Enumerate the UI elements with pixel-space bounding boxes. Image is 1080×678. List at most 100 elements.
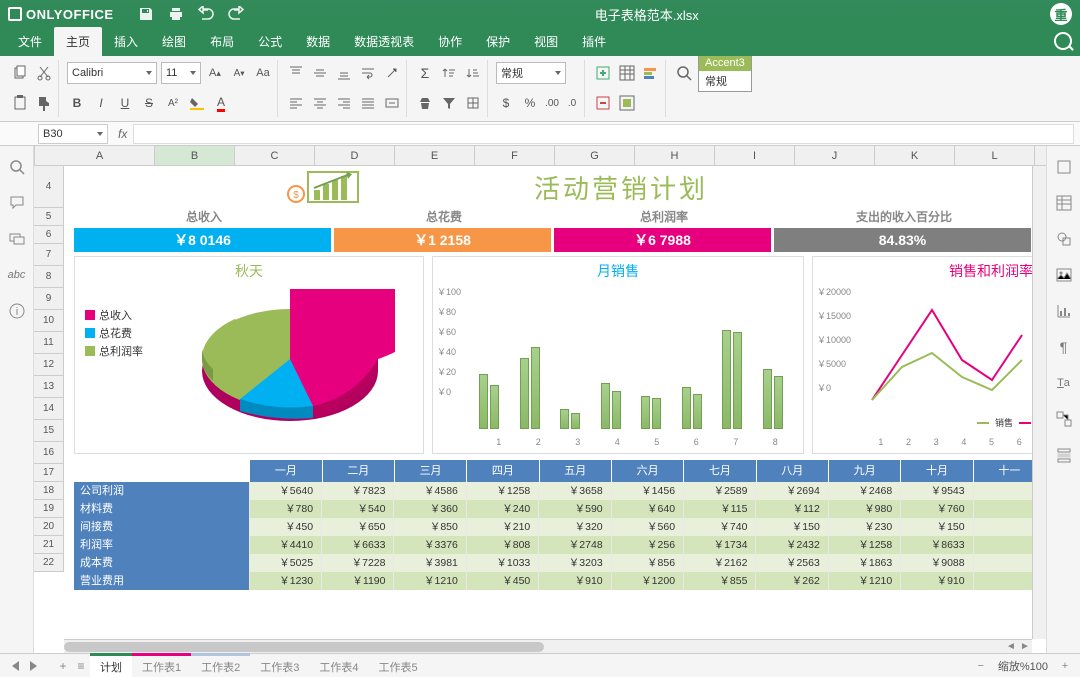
wrap-text-icon[interactable]: [358, 63, 378, 83]
row-header-6[interactable]: 6: [34, 226, 63, 244]
row-header-17[interactable]: 17: [34, 464, 63, 482]
row-header-9[interactable]: 9: [34, 288, 63, 310]
delete-cells-icon[interactable]: [593, 93, 613, 113]
search-panel-icon[interactable]: [8, 158, 26, 176]
row-header-12[interactable]: 12: [34, 354, 63, 376]
comments-panel-icon[interactable]: [8, 194, 26, 212]
col-header-I[interactable]: I: [715, 146, 795, 165]
row-header-13[interactable]: 13: [34, 376, 63, 398]
row-header-19[interactable]: 19: [34, 500, 63, 518]
menu-tab-9[interactable]: 保护: [474, 27, 522, 56]
col-header-G[interactable]: G: [555, 146, 635, 165]
col-header-F[interactable]: F: [475, 146, 555, 165]
percent-icon[interactable]: %: [520, 93, 540, 113]
align-justify-icon[interactable]: [358, 93, 378, 113]
redo-icon[interactable]: [228, 6, 244, 22]
cell-reference-input[interactable]: B30: [38, 124, 108, 144]
scroll-right-icon[interactable]: ►: [1018, 640, 1032, 654]
row-header-18[interactable]: 18: [34, 482, 63, 500]
row-headers[interactable]: 45678910111213141516171819202122: [34, 166, 64, 572]
formula-input[interactable]: [133, 124, 1074, 144]
copy-icon[interactable]: [10, 63, 30, 83]
inc-decimal-icon[interactable]: .00: [544, 95, 560, 111]
next-sheet-icon[interactable]: [24, 657, 42, 675]
col-header-M[interactable]: M: [1035, 146, 1046, 165]
menu-tab-4[interactable]: 布局: [198, 27, 246, 56]
find-icon[interactable]: [674, 63, 694, 83]
menu-tab-8[interactable]: 协作: [426, 27, 474, 56]
spellcheck-icon[interactable]: abc: [8, 266, 26, 284]
cell-style-select[interactable]: Accent3 常规: [698, 54, 752, 92]
slicer-settings-icon[interactable]: [1055, 446, 1073, 464]
pivot-settings-icon[interactable]: [1055, 410, 1073, 428]
col-header-K[interactable]: K: [875, 146, 955, 165]
fill-icon[interactable]: [463, 93, 483, 113]
vertical-scrollbar[interactable]: [1032, 166, 1046, 639]
row-header-15[interactable]: 15: [34, 420, 63, 442]
menu-tab-0[interactable]: 文件: [6, 27, 54, 56]
row-header-21[interactable]: 21: [34, 536, 63, 554]
sort-asc-icon[interactable]: [439, 63, 459, 83]
user-avatar[interactable]: 重: [1050, 3, 1072, 25]
conditional-format-icon[interactable]: [641, 63, 661, 83]
image-settings-icon[interactable]: [1055, 266, 1073, 284]
row-header-10[interactable]: 10: [34, 310, 63, 332]
info-panel-icon[interactable]: i: [8, 302, 26, 320]
row-header-7[interactable]: 7: [34, 244, 63, 266]
sheet-tab-5[interactable]: 工作表5: [369, 653, 428, 678]
align-bottom-icon[interactable]: [334, 63, 354, 83]
col-header-H[interactable]: H: [635, 146, 715, 165]
sheet-list-icon[interactable]: ≡: [72, 657, 90, 675]
orientation-icon[interactable]: [382, 63, 402, 83]
align-middle-icon[interactable]: [310, 63, 330, 83]
bold-icon[interactable]: B: [67, 93, 87, 113]
menu-tab-11[interactable]: 插件: [570, 27, 618, 56]
menu-tab-1[interactable]: 主页: [54, 27, 102, 56]
align-top-icon[interactable]: [286, 63, 306, 83]
table-settings-icon[interactable]: [1055, 194, 1073, 212]
font-name-dropdown[interactable]: Calibri: [67, 62, 157, 84]
cell-format-icon[interactable]: [617, 93, 637, 113]
fill-color-icon[interactable]: [187, 93, 207, 113]
shape-settings-icon[interactable]: [1055, 230, 1073, 248]
row-header-8[interactable]: 8: [34, 266, 63, 288]
col-header-C[interactable]: C: [235, 146, 315, 165]
dec-decimal-icon[interactable]: .0: [564, 95, 580, 111]
increase-font-icon[interactable]: A▴: [205, 63, 225, 83]
column-headers[interactable]: ABCDEFGHIJKLM: [34, 146, 1046, 166]
row-header-5[interactable]: 5: [34, 208, 63, 226]
zoom-out-icon[interactable]: −: [972, 657, 990, 675]
cell-settings-icon[interactable]: [1055, 158, 1073, 176]
align-center-icon[interactable]: [310, 93, 330, 113]
sort-desc-icon[interactable]: [463, 63, 483, 83]
col-header-B[interactable]: B: [155, 146, 235, 165]
sheet-tab-2[interactable]: 工作表2: [191, 653, 250, 678]
row-header-4[interactable]: 4: [34, 166, 63, 208]
paragraph-settings-icon[interactable]: ¶: [1055, 338, 1073, 356]
superscript-icon[interactable]: A²: [163, 93, 183, 113]
undo-icon[interactable]: [198, 6, 214, 22]
sum-icon[interactable]: Σ: [415, 63, 435, 83]
menu-tab-3[interactable]: 绘图: [150, 27, 198, 56]
chat-panel-icon[interactable]: [8, 230, 26, 248]
save-icon[interactable]: [138, 6, 154, 22]
number-format-dropdown[interactable]: 常规: [496, 62, 566, 84]
col-header-L[interactable]: L: [955, 146, 1035, 165]
decrease-font-icon[interactable]: A▾: [229, 63, 249, 83]
menu-tab-10[interactable]: 视图: [522, 27, 570, 56]
italic-icon[interactable]: I: [91, 93, 111, 113]
row-header-14[interactable]: 14: [34, 398, 63, 420]
sheet-tab-1[interactable]: 工作表1: [132, 653, 191, 678]
scroll-left-icon[interactable]: ◄: [1004, 640, 1018, 654]
menu-tab-2[interactable]: 插入: [102, 27, 150, 56]
zoom-in-icon[interactable]: +: [1056, 657, 1074, 675]
chart-settings-icon[interactable]: [1055, 302, 1073, 320]
menu-tab-6[interactable]: 数据: [294, 27, 342, 56]
prev-sheet-icon[interactable]: [6, 657, 24, 675]
sheet-tab-4[interactable]: 工作表4: [309, 653, 368, 678]
col-header-A[interactable]: A: [45, 146, 155, 165]
print-icon[interactable]: [168, 6, 184, 22]
menu-tab-5[interactable]: 公式: [246, 27, 294, 56]
fx-icon[interactable]: fx: [112, 127, 133, 141]
sheet-tab-3[interactable]: 工作表3: [250, 653, 309, 678]
